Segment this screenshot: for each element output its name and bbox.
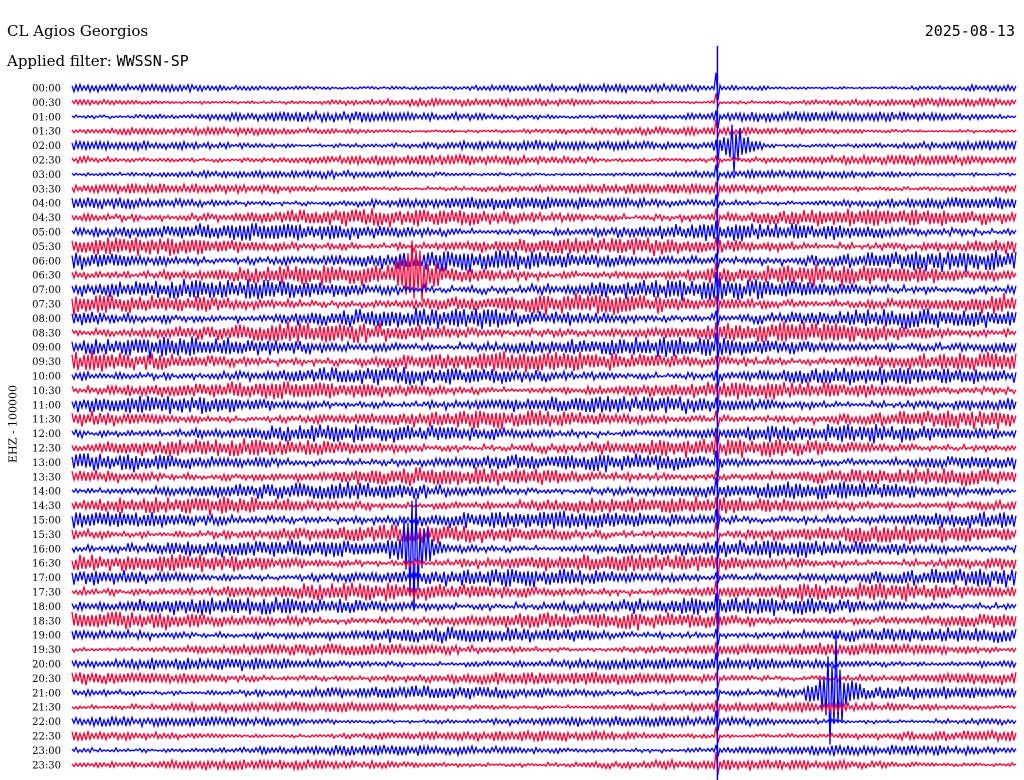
time-tick-label: 01:00 bbox=[32, 112, 61, 123]
time-tick-label: 14:00 bbox=[32, 487, 61, 498]
time-tick-label: 08:00 bbox=[32, 314, 61, 325]
time-tick-label: 04:00 bbox=[32, 199, 61, 210]
trace-row-38 bbox=[71, 626, 1017, 646]
time-tick-label: 12:30 bbox=[32, 444, 61, 455]
time-tick-label: 14:30 bbox=[32, 501, 61, 512]
trace-row-27 bbox=[71, 467, 1017, 487]
time-tick-label: 05:30 bbox=[32, 242, 61, 253]
time-tick-label: 19:00 bbox=[32, 631, 61, 642]
trace-row-43 bbox=[71, 699, 1017, 718]
time-tick-label: 10:30 bbox=[32, 386, 61, 397]
time-tick-label: 01:30 bbox=[32, 127, 61, 138]
trace-row-19 bbox=[71, 350, 1017, 373]
time-tick-label: 04:30 bbox=[32, 213, 61, 224]
time-tick-label: 10:00 bbox=[32, 372, 61, 383]
trace-row-44 bbox=[71, 710, 1017, 732]
time-tick-label: 23:00 bbox=[32, 746, 61, 757]
time-tick-label: 07:30 bbox=[32, 300, 61, 311]
time-tick-label: 21:00 bbox=[32, 688, 61, 699]
trace-row-5 bbox=[71, 152, 1017, 169]
trace-row-41 bbox=[71, 670, 1017, 688]
time-tick-label: 15:00 bbox=[32, 516, 61, 527]
trace-row-29 bbox=[71, 496, 1017, 522]
trace-row-35 bbox=[71, 580, 1017, 602]
time-tick-label: 22:30 bbox=[32, 732, 61, 743]
trace-row-23 bbox=[71, 409, 1017, 430]
time-tick-label: 18:00 bbox=[32, 602, 61, 613]
time-tick-label: 19:30 bbox=[32, 645, 61, 656]
time-tick-label: 23:30 bbox=[32, 760, 61, 771]
time-tick-label: 08:30 bbox=[32, 328, 61, 339]
time-tick-label: 00:00 bbox=[32, 84, 61, 95]
time-tick-label: 22:00 bbox=[32, 717, 61, 728]
trace-row-30 bbox=[71, 508, 1017, 530]
time-tick-label: 02:00 bbox=[32, 141, 61, 152]
time-tick-label: 07:00 bbox=[32, 285, 61, 296]
trace-row-24 bbox=[71, 423, 1017, 444]
trace-row-16 bbox=[71, 307, 1017, 330]
time-tick-group: 00:00 00:30 01:00 01:30 02:00 02:30 03:00 03:30… bbox=[32, 84, 61, 772]
time-tick-label: 03:30 bbox=[32, 184, 61, 195]
trace-row-9 bbox=[71, 208, 1017, 229]
time-tick-label: 20:00 bbox=[32, 660, 61, 671]
time-tick-label: 12:00 bbox=[32, 429, 61, 440]
time-tick-label: 11:00 bbox=[32, 400, 61, 411]
time-tick-label: 21:30 bbox=[32, 703, 61, 714]
time-tick-label: 17:00 bbox=[32, 573, 61, 584]
time-tick-label: 13:30 bbox=[32, 472, 61, 483]
trace-row-46 bbox=[71, 743, 1017, 758]
time-tick-label: 16:30 bbox=[32, 559, 61, 570]
time-tick-label: 15:30 bbox=[32, 530, 61, 541]
trace-row-0 bbox=[71, 72, 1017, 101]
time-tick-label: 09:30 bbox=[32, 357, 61, 368]
trace-row-2 bbox=[71, 109, 1017, 129]
time-tick-label: 11:30 bbox=[32, 415, 61, 426]
trace-group bbox=[71, 46, 1017, 780]
time-tick-label: 17:30 bbox=[32, 588, 61, 599]
trace-row-39 bbox=[71, 641, 1017, 658]
trace-row-12 bbox=[71, 249, 1017, 273]
trace-row-40 bbox=[71, 652, 1017, 672]
trace-row-8 bbox=[71, 194, 1017, 211]
time-tick-label: 18:30 bbox=[32, 616, 61, 627]
trace-row-34 bbox=[71, 568, 1017, 588]
trace-row-7 bbox=[71, 181, 1017, 198]
trace-row-3 bbox=[71, 119, 1017, 138]
trace-row-1 bbox=[71, 93, 1017, 110]
trace-row-11 bbox=[71, 237, 1017, 257]
time-tick-label: 09:00 bbox=[32, 343, 61, 354]
time-tick-label: 02:30 bbox=[32, 156, 61, 167]
time-tick-label: 20:30 bbox=[32, 674, 61, 685]
trace-row-20 bbox=[71, 366, 1017, 387]
trace-row-22 bbox=[71, 395, 1017, 415]
trace-row-37 bbox=[71, 611, 1017, 633]
time-tick-label: 06:30 bbox=[32, 271, 61, 282]
time-tick-label: 13:00 bbox=[32, 458, 61, 469]
trace-row-6 bbox=[71, 164, 1017, 181]
trace-row-21 bbox=[71, 381, 1017, 403]
trace-row-47 bbox=[71, 752, 1017, 776]
time-tick-label: 03:00 bbox=[32, 170, 61, 181]
helicorder-plot: 00:00 00:30 01:00 01:30 02:00 02:30 03:00 03:30… bbox=[32, 46, 1017, 780]
trace-row-31 bbox=[71, 522, 1017, 545]
time-tick-label: 06:00 bbox=[32, 256, 61, 267]
time-tick-label: 05:00 bbox=[32, 228, 61, 239]
time-tick-label: 16:00 bbox=[32, 544, 61, 555]
trace-row-17 bbox=[71, 321, 1017, 346]
time-tick-label: 00:30 bbox=[32, 98, 61, 109]
trace-row-45 bbox=[71, 726, 1017, 744]
